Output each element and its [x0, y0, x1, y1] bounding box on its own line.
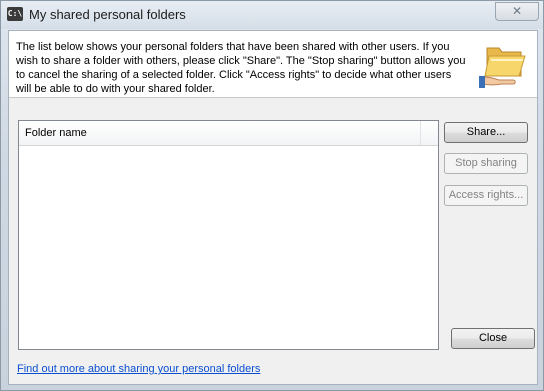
stop-sharing-button[interactable]: Stop sharing — [444, 153, 528, 174]
shared-folders-list[interactable]: Folder name — [18, 120, 439, 350]
header-panel: The list below shows your personal folde… — [9, 31, 537, 98]
app-icon: C:\ — [7, 7, 23, 21]
dialog-window: C:\ My shared personal folders ✕ The lis… — [0, 0, 544, 391]
description-text: The list below shows your personal folde… — [16, 41, 466, 95]
column-header-label: Folder name — [25, 127, 87, 139]
shared-folder-hand-icon — [479, 47, 526, 88]
access-rights-button[interactable]: Access rights... — [444, 185, 528, 206]
list-header: Folder name — [19, 121, 438, 146]
dialog-body: The list below shows your personal folde… — [8, 30, 538, 385]
close-icon: ✕ — [511, 4, 523, 18]
close-window-button[interactable]: ✕ — [495, 2, 539, 21]
help-link[interactable]: Find out more about sharing your persona… — [17, 363, 260, 375]
share-button[interactable]: Share... — [444, 122, 528, 143]
close-button[interactable]: Close — [451, 328, 535, 349]
window-title: My shared personal folders — [29, 7, 186, 22]
column-header-folder-name[interactable]: Folder name — [19, 121, 421, 145]
title-bar[interactable]: C:\ My shared personal folders ✕ — [1, 1, 543, 29]
